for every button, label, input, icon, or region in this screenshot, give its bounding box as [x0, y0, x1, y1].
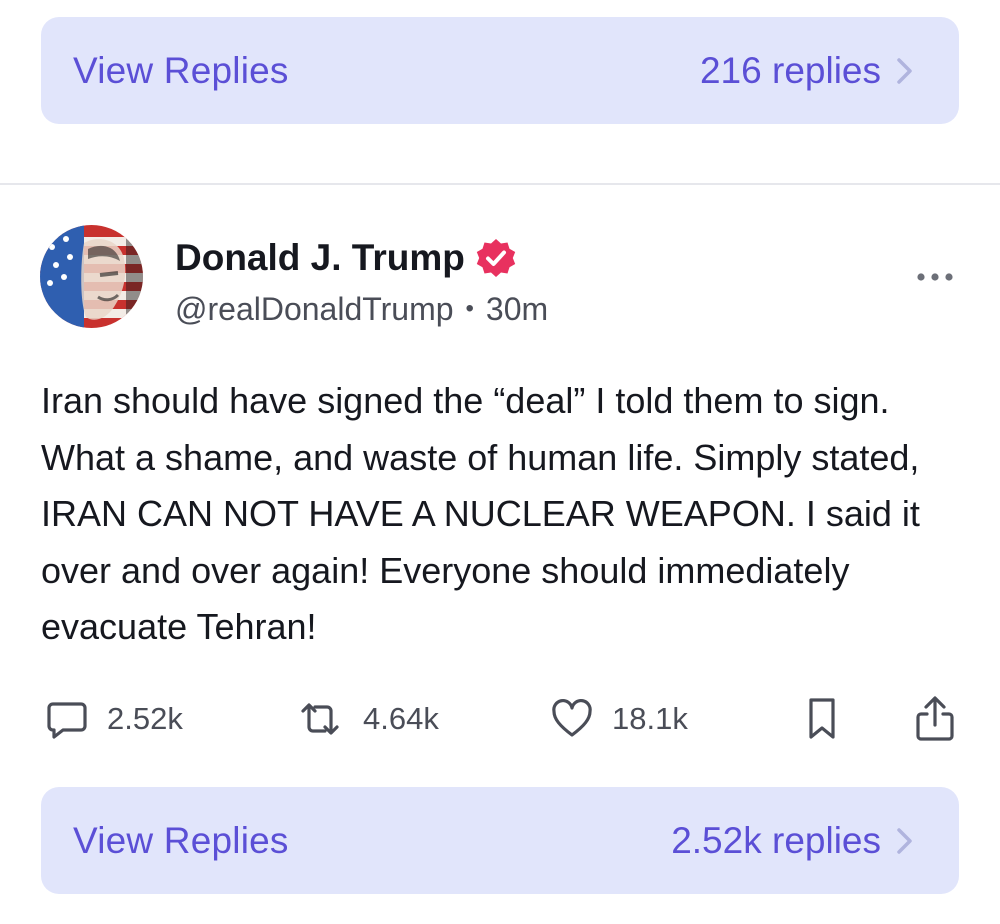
chevron-right-icon [897, 827, 912, 854]
section-divider [0, 183, 1000, 185]
author-name-row: Donald J. Trump [175, 234, 517, 282]
view-replies-label: View Replies [73, 49, 289, 91]
reply-button[interactable]: 2.52k [45, 696, 183, 742]
chevron-right-icon [897, 57, 912, 84]
author-meta-row: @realDonaldTrump • 30m [175, 287, 548, 331]
reply-count: 2.52k [107, 701, 183, 736]
repost-count: 4.64k [363, 701, 439, 736]
replies-count: 216 replies [699, 49, 881, 91]
heart-icon [552, 699, 592, 737]
replies-count: 2.52k replies [671, 819, 881, 861]
share-button[interactable] [914, 696, 956, 742]
replies-count-group: 2.52k replies [671, 820, 915, 862]
bookmark-icon [809, 698, 835, 739]
comment-icon [47, 702, 87, 739]
replies-count-group: 216 replies [700, 50, 915, 92]
post-timestamp: 30m [485, 290, 549, 327]
view-replies-bar-bottom[interactable]: View Replies 2.52k replies [41, 787, 959, 894]
like-count: 18.1k [612, 701, 688, 736]
like-button[interactable]: 18.1k [550, 696, 688, 742]
meta-separator: • [465, 295, 474, 322]
repost-button[interactable]: 4.64k [295, 696, 439, 742]
avatar[interactable] [40, 225, 143, 328]
bookmark-button[interactable] [804, 696, 840, 742]
post-text: Iran should have signed the “deal” I tol… [41, 380, 920, 647]
author-display-name[interactable]: Donald J. Trump [175, 237, 465, 279]
view-replies-label: View Replies [73, 819, 289, 861]
share-icon [916, 696, 954, 741]
repost-icon [301, 703, 339, 735]
view-replies-bar-top[interactable]: View Replies 216 replies [41, 17, 959, 124]
more-icon[interactable] [914, 262, 956, 292]
author-handle[interactable]: @realDonaldTrump [175, 291, 454, 328]
verified-badge-icon [476, 239, 516, 277]
